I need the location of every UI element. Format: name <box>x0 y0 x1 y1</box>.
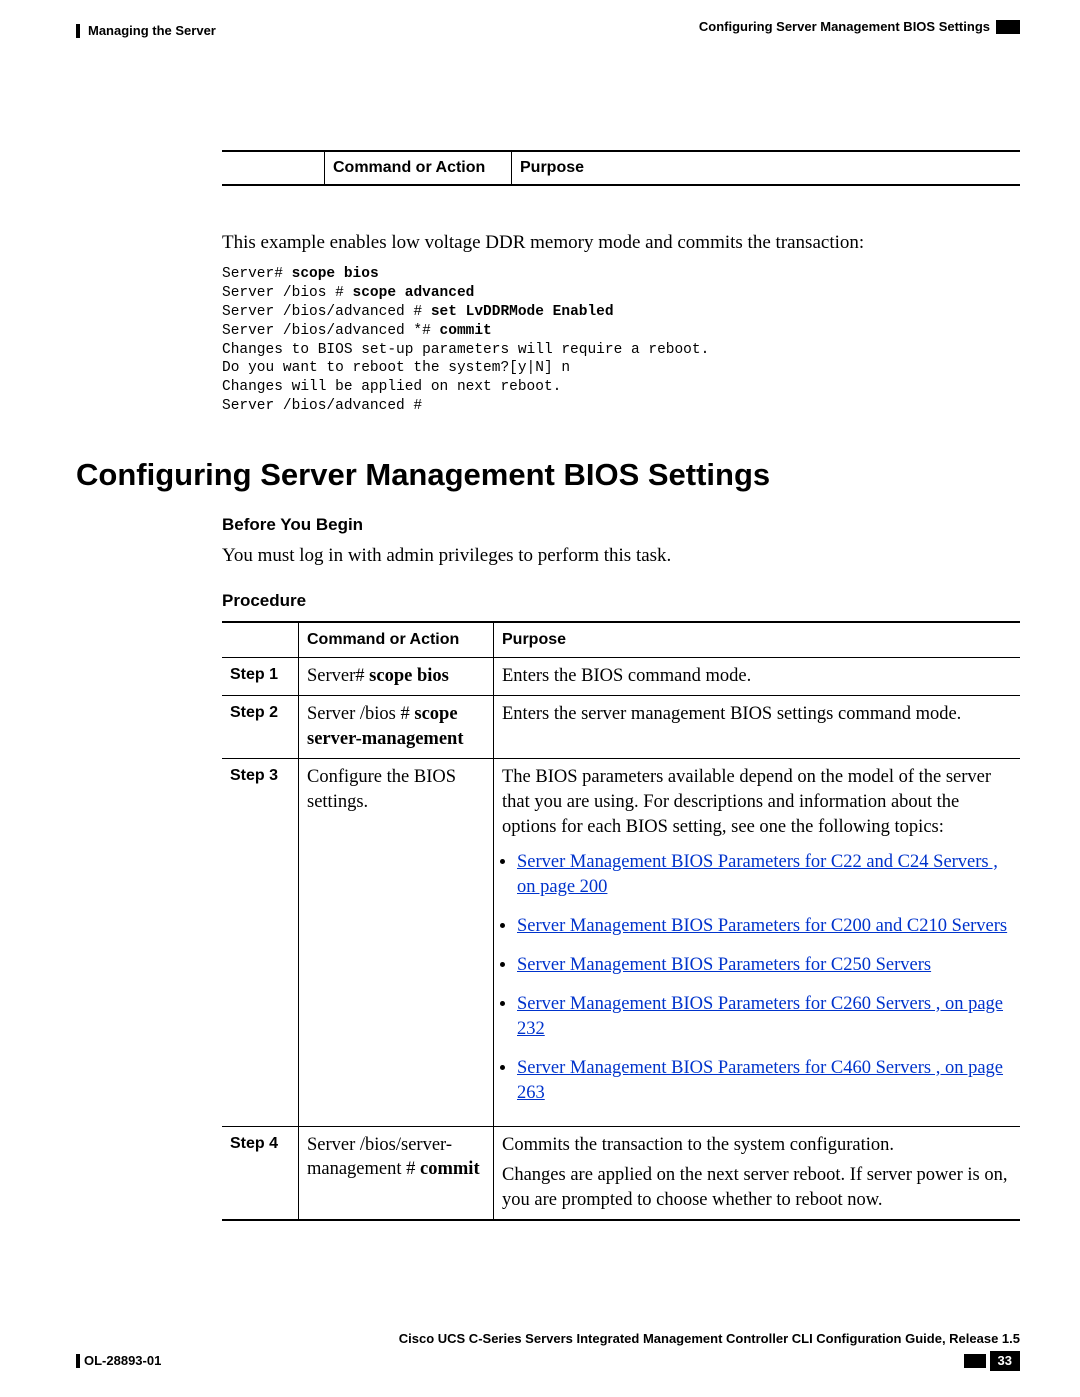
chapter-title: Managing the Server <box>88 22 216 40</box>
footer-right: 33 <box>964 1351 1020 1371</box>
link-c460[interactable]: Server Management BIOS Parameters for C4… <box>517 1058 1003 1103</box>
step-label: Step 4 <box>222 1126 299 1220</box>
step-label: Step 3 <box>222 758 299 1126</box>
step-label: Step 2 <box>222 695 299 758</box>
footer-left: OL-28893-01 <box>76 1352 161 1370</box>
table-row: Step 4 Server /bios/server-management # … <box>222 1126 1020 1220</box>
section-heading: Configuring Server Management BIOS Setti… <box>76 454 1020 496</box>
step1-purpose: Enters the BIOS command mode. <box>494 657 1021 695</box>
link-c260[interactable]: Server Management BIOS Parameters for C2… <box>517 994 1003 1039</box>
header-right: Configuring Server Management BIOS Setti… <box>699 18 1020 36</box>
procedure-heading: Procedure <box>222 590 1020 613</box>
link-c200-c210[interactable]: Server Management BIOS Parameters for C2… <box>517 916 1007 936</box>
page-footer: Cisco UCS C-Series Servers Integrated Ma… <box>76 1330 1020 1371</box>
before-you-begin-heading: Before You Begin <box>222 514 1020 537</box>
procedure-table: Command or Action Purpose Step 1 Server#… <box>222 621 1020 1221</box>
page-content: Command or Action Purpose This example e… <box>222 150 1020 1221</box>
table-row: Step 1 Server# scope bios Enters the BIO… <box>222 657 1020 695</box>
step1-command: Server# scope bios <box>299 657 494 695</box>
footer-chip-icon <box>964 1354 986 1368</box>
table-row: Step 2 Server /bios # scope server-manag… <box>222 695 1020 758</box>
top-col-command: Command or Action <box>325 151 512 185</box>
list-item: Server Management BIOS Parameters for C2… <box>517 992 1012 1042</box>
topic-links: Server Management BIOS Parameters for C2… <box>502 850 1012 1106</box>
step3-purpose: The BIOS parameters available depend on … <box>494 758 1021 1126</box>
header-section-title: Configuring Server Management BIOS Setti… <box>699 18 990 36</box>
step-label: Step 1 <box>222 657 299 695</box>
doc-id: OL-28893-01 <box>84 1352 161 1370</box>
list-item: Server Management BIOS Parameters for C2… <box>517 953 1012 978</box>
page-number: 33 <box>990 1351 1020 1371</box>
link-c250[interactable]: Server Management BIOS Parameters for C2… <box>517 955 931 975</box>
before-you-begin-text: You must log in with admin privileges to… <box>222 543 1020 569</box>
header-mark-icon <box>76 24 80 38</box>
list-item: Server Management BIOS Parameters for C2… <box>517 850 1012 900</box>
link-c22-c24[interactable]: Server Management BIOS Parameters for C2… <box>517 852 998 897</box>
step2-command: Server /bios # scope server-management <box>299 695 494 758</box>
step4-purpose: Commits the transaction to the system co… <box>494 1126 1021 1220</box>
list-item: Server Management BIOS Parameters for C2… <box>517 914 1012 939</box>
col-purpose: Purpose <box>494 622 1021 657</box>
col-command: Command or Action <box>299 622 494 657</box>
list-item: Server Management BIOS Parameters for C4… <box>517 1056 1012 1106</box>
footer-guide-title: Cisco UCS C-Series Servers Integrated Ma… <box>76 1330 1020 1348</box>
step2-purpose: Enters the server management BIOS settin… <box>494 695 1021 758</box>
step3-command: Configure the BIOS settings. <box>299 758 494 1126</box>
header-chip-icon <box>996 20 1020 34</box>
example-intro: This example enables low voltage DDR mem… <box>222 230 1020 256</box>
footer-mark-icon <box>76 1354 80 1368</box>
top-col-purpose: Purpose <box>512 151 1021 185</box>
step4-command: Server /bios/server-management # commit <box>299 1126 494 1220</box>
table-row: Step 3 Configure the BIOS settings. The … <box>222 758 1020 1126</box>
code-block: Server# scope bios Server /bios # scope … <box>222 265 1020 416</box>
top-table-header: Command or Action Purpose <box>222 150 1020 186</box>
col-step <box>222 622 299 657</box>
top-col-step <box>222 151 325 185</box>
